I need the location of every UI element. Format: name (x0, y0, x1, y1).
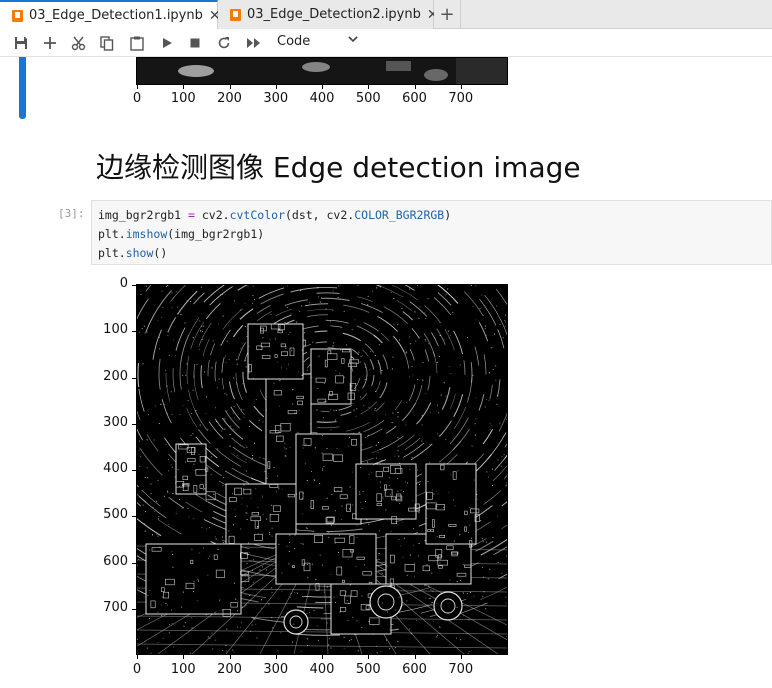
code-token: (img_bgr2rgb1) (167, 227, 265, 241)
x-tick-mark (275, 655, 277, 659)
run-icon[interactable] (158, 34, 176, 52)
x-tick-mark (414, 655, 416, 659)
y-tick-mark (132, 608, 136, 610)
tab-label: 03_Edge_Detection1.ipynb (29, 8, 203, 23)
code-line: plt.show() (98, 244, 765, 263)
previous-x-tick-label: 200 (217, 91, 242, 106)
tab-label: 03_Edge_Detection2.ipynb (247, 7, 421, 22)
stop-icon[interactable] (186, 34, 204, 52)
cell-prompt: [3]: (58, 207, 85, 220)
cut-icon[interactable] (69, 34, 87, 52)
notebook-icon (12, 9, 23, 22)
code-token: plt. (98, 246, 126, 260)
copy-icon[interactable] (98, 34, 116, 52)
edge-detection-output-image (136, 284, 508, 654)
x-tick-label: 700 (448, 662, 474, 677)
code-token: cv2. (194, 208, 230, 222)
x-tick-mark (368, 655, 370, 659)
y-tick-mark (132, 516, 136, 518)
previous-x-tick-mark (183, 85, 185, 89)
code-token: (dst, cv2. (284, 208, 355, 222)
code-token: show (125, 246, 154, 260)
previous-x-tick-label: 300 (263, 91, 289, 106)
code-cell-editor[interactable]: img_bgr2rgb1 = cv2.cvtColor(dst, cv2.COL… (91, 200, 772, 265)
previous-x-tick-label: 400 (309, 91, 335, 106)
y-tick-label: 500 (103, 507, 128, 523)
x-tick-label: 500 (355, 662, 381, 677)
code-line: img_bgr2rgb1 = cv2.cvtColor(dst, cv2.COL… (98, 206, 765, 225)
y-tick-mark (132, 562, 136, 564)
notebook-icon (230, 8, 241, 21)
x-tick-label: 600 (402, 662, 427, 677)
y-tick-label: 0 (119, 276, 128, 291)
y-tick-mark (132, 423, 136, 425)
restart-icon[interactable] (215, 34, 233, 52)
previous-x-tick-label: 500 (355, 91, 381, 106)
tab-edge-detection1[interactable]: 03_Edge_Detection1.ipynb ✕ (0, 0, 221, 29)
previous-x-tick-label: 700 (448, 91, 474, 106)
previous-x-tick-mark (322, 85, 323, 89)
y-tick-mark (132, 470, 136, 471)
previous-x-tick-mark (460, 85, 462, 89)
x-tick-label: 100 (170, 662, 196, 677)
previous-x-tick-mark (368, 85, 370, 89)
x-tick-label: 400 (309, 662, 335, 677)
x-tick-mark (183, 655, 185, 659)
chevron-down-icon[interactable] (347, 33, 359, 48)
x-tick-mark (137, 655, 138, 659)
y-tick-label: 400 (103, 461, 128, 476)
cell-type-select[interactable]: Code (277, 34, 310, 49)
notebook-toolbar: Code (0, 29, 772, 57)
x-tick-mark (229, 655, 231, 659)
x-tick-mark (322, 655, 323, 659)
code-token: imshow (125, 227, 168, 241)
x-tick-label: 300 (263, 662, 289, 677)
y-tick-mark (132, 331, 136, 333)
x-tick-label: 200 (217, 662, 242, 677)
cell-collapser[interactable] (19, 57, 26, 119)
y-tick-label: 700 (103, 599, 128, 615)
previous-output-image (136, 57, 508, 84)
add-icon[interactable] (41, 34, 59, 52)
code-token: img_bgr2rgb1 (98, 208, 189, 222)
code-token: COLOR_BGR2RGB (354, 208, 445, 222)
new-tab-button[interactable]: + (434, 0, 461, 28)
tab-edge-detection2[interactable]: 03_Edge_Detection2.ipynb ✕ (218, 0, 439, 29)
fast-forward-icon[interactable] (244, 34, 262, 52)
x-tick-label: 0 (132, 662, 142, 677)
y-tick-mark (132, 285, 136, 286)
previous-x-tick-mark (275, 85, 277, 89)
code-line: plt.imshow(img_bgr2rgb1) (98, 225, 765, 244)
code-token: ) (444, 208, 452, 222)
y-tick-label: 100 (103, 322, 128, 338)
tab-bar: 03_Edge_Detection1.ipynb ✕ 03_Edge_Detec… (0, 0, 772, 29)
code-token: plt. (98, 227, 126, 241)
code-token: = (188, 208, 195, 222)
x-tick-mark (460, 655, 462, 659)
previous-x-tick-label: 600 (402, 91, 427, 106)
paste-icon[interactable] (128, 34, 146, 52)
y-tick-label: 200 (103, 368, 128, 384)
code-token: () (153, 246, 168, 260)
y-tick-label: 600 (103, 553, 128, 569)
previous-x-tick-label: 0 (132, 91, 142, 106)
save-icon[interactable] (12, 34, 30, 52)
code-token: cvtColor (229, 208, 285, 222)
y-tick-mark (132, 377, 136, 379)
previous-x-tick-mark (414, 85, 416, 89)
previous-x-tick-mark (229, 85, 231, 89)
previous-x-tick-mark (137, 85, 138, 89)
markdown-heading: 边缘检测图像 Edge detection image (96, 151, 581, 184)
previous-x-tick-label: 100 (170, 91, 196, 106)
y-tick-label: 300 (103, 414, 128, 430)
